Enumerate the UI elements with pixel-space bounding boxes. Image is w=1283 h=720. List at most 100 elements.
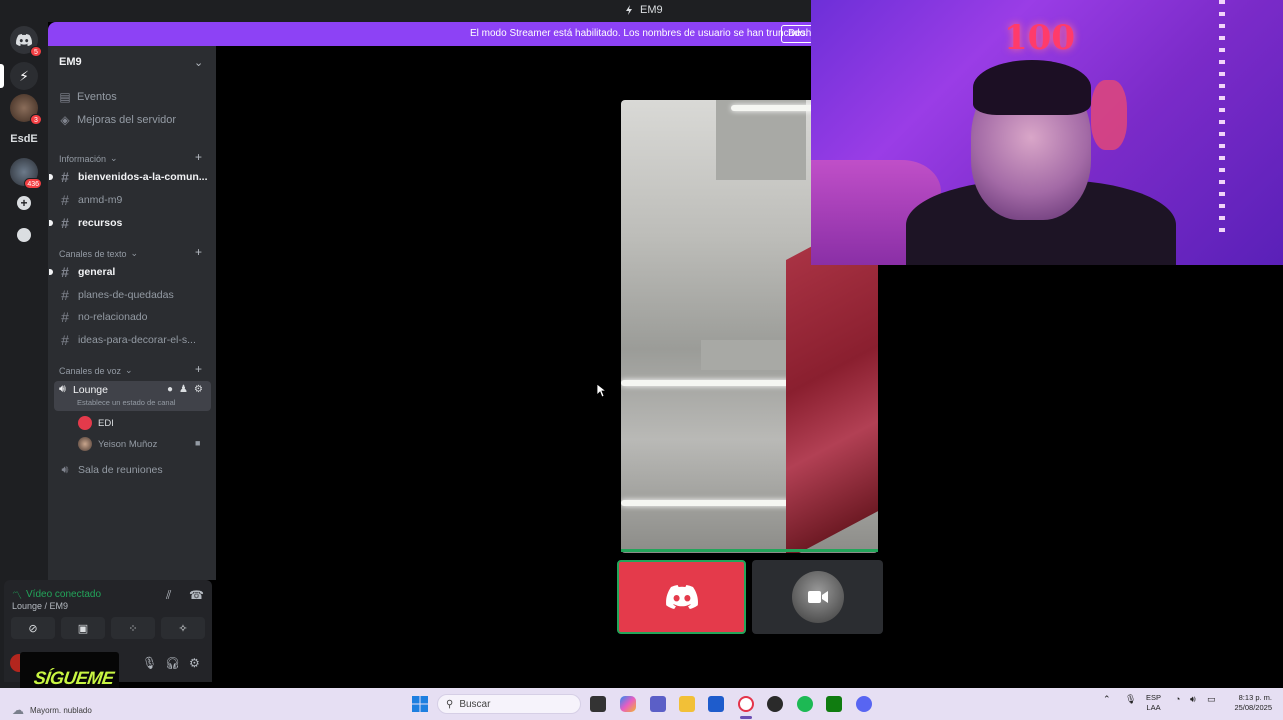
add-server-button[interactable]: + [10, 189, 38, 217]
hash-icon: # [61, 215, 69, 231]
weather-label: Mayorm. nublado [30, 705, 92, 715]
headphones-icon[interactable]: 🎧︎ [165, 656, 180, 670]
ceiling-duct [701, 340, 791, 370]
taskbar-search[interactable]: ⚲ Buscar [437, 694, 581, 714]
channel-bienvenidos[interactable]: # bienvenidos-a-la-comun... [59, 167, 211, 187]
cloud-icon: ☁ [12, 703, 24, 717]
running-app-indicator [740, 716, 752, 719]
activities-icon: ⁘ [128, 622, 138, 635]
webcam-overlay: 100 [811, 0, 1283, 265]
channel-sidebar: EM9 ⌄ ▤ Eventos ◈ Mejoras del servidor I… [48, 46, 216, 580]
editor-app-icon[interactable] [708, 696, 724, 712]
voice-connection-panel: 〽 Vídeo conectado Lounge / EM9 ⫽ ☎ ⊘ ▣ ⁘… [4, 580, 212, 646]
keyboard-layout: LAA [1146, 703, 1161, 712]
category-informacion[interactable]: Información ⌄ [59, 153, 118, 164]
wifi-icon[interactable]: ◔ [1175, 694, 1180, 704]
invite-user-icon[interactable]: ♟ [179, 384, 188, 395]
gear-icon[interactable]: ⚙ [194, 384, 203, 395]
connection-status[interactable]: 〽 Vídeo conectado [12, 587, 101, 602]
avatar [791, 571, 844, 623]
microphone-icon[interactable]: 🎙︎ [1125, 694, 1136, 705]
channel-ideas-para-decorar[interactable]: # ideas-para-decorar-el-s... [59, 330, 211, 350]
file-explorer-icon[interactable] [679, 696, 695, 712]
explore-servers-button[interactable] [10, 221, 38, 249]
mouse-cursor [597, 384, 607, 398]
discord-logo-icon [16, 34, 32, 46]
balloon-number: 100 [1004, 18, 1075, 58]
calendar-icon: ▤ [59, 90, 71, 104]
task-view-icon[interactable] [590, 696, 606, 712]
windows-start-icon[interactable] [412, 696, 428, 712]
speaker-icon: 🔊︎ [61, 463, 69, 476]
participant-tile-yeison[interactable] [752, 560, 883, 634]
taskbar-clock[interactable]: 8:13 p. m. 25/08/2025 [1228, 693, 1272, 713]
window-title-text: EM9 [640, 4, 663, 16]
create-channel-icon[interactable]: + [195, 362, 202, 376]
discord-home-button[interactable]: 5 [10, 26, 42, 57]
soundboard-button[interactable]: ✧ [161, 617, 205, 639]
webcam-string-lights [1219, 0, 1225, 240]
activities-button[interactable]: ⁘ [111, 617, 155, 639]
channel-label: bienvenidos-a-la-comun... [78, 171, 208, 183]
chat-bubble-icon[interactable]: ● [167, 384, 173, 395]
voice-channel-sala-reuniones[interactable]: 🔊︎ Sala de reuniones [59, 460, 211, 480]
follow-text: SÍGUEME [32, 668, 115, 688]
channel-general[interactable]: # general [59, 262, 211, 282]
events-item[interactable]: ▤ Eventos [59, 87, 116, 107]
avatar [78, 416, 92, 430]
server-5-button[interactable]: 436 [10, 158, 42, 189]
opera-browser-icon[interactable] [738, 696, 754, 712]
channel-recursos[interactable]: # recursos [59, 213, 211, 233]
webcam-person-hair [973, 60, 1091, 115]
language-indicator[interactable]: ESP LAA [1146, 693, 1161, 713]
share-screen-button[interactable]: ▣ [61, 617, 105, 639]
voice-channel-status[interactable]: Establece un estado de canal [77, 398, 175, 407]
discord-taskbar-icon[interactable] [856, 696, 872, 712]
noise-suppression-icon[interactable]: ⫽ [166, 588, 171, 603]
channel-planes-de-quedadas[interactable]: # planes-de-quedadas [59, 285, 211, 305]
server-name[interactable]: EM9 [59, 56, 82, 68]
video-camera-icon: ■ [195, 438, 201, 448]
server-2-button[interactable]: ⚡ [10, 62, 38, 90]
server-boosts-item[interactable]: ◈ Mejoras del servidor [59, 110, 176, 130]
category-label: Canales de texto [59, 248, 127, 259]
battery-icon[interactable]: ▭ [1207, 694, 1216, 705]
server-esde-button[interactable]: EsdE [8, 125, 40, 153]
category-label: Canales de voz [59, 365, 122, 376]
toggle-camera-button[interactable]: ⊘ [11, 617, 55, 639]
unread-badge: 436 [24, 178, 42, 189]
server-3-button[interactable]: 3 [10, 94, 42, 125]
hash-icon: # [61, 332, 69, 348]
copilot-icon[interactable] [620, 696, 636, 712]
chevron-up-icon[interactable]: ⌃ [1103, 694, 1111, 705]
hash-icon: # [61, 287, 69, 303]
server-esde-label: EsdE [10, 133, 38, 145]
volume-icon[interactable]: 🔊︎ [1190, 694, 1196, 705]
channel-anmd-m9[interactable]: # anmd-m9 [59, 190, 211, 210]
create-channel-icon[interactable]: + [195, 245, 202, 259]
xbox-icon[interactable] [826, 696, 842, 712]
gear-icon[interactable]: ⚙ [189, 656, 200, 670]
obs-icon[interactable] [767, 696, 783, 712]
microphone-icon[interactable]: 🎙︎ [142, 656, 157, 670]
category-canales-texto[interactable]: Canales de texto ⌄ [59, 248, 138, 259]
channel-label: no-relacionado [78, 311, 148, 323]
create-channel-icon[interactable]: + [195, 150, 202, 164]
weather-widget[interactable]: ☁ Mayorm. nublado [12, 703, 92, 717]
voice-member[interactable]: EDI [78, 414, 114, 432]
server-boosts-label: Mejoras del servidor [77, 114, 177, 126]
speaking-indicator [621, 549, 878, 552]
channel-no-relacionado[interactable]: # no-relacionado [59, 307, 211, 327]
chevron-down-icon[interactable]: ⌄ [194, 56, 203, 69]
spotify-icon[interactable] [797, 696, 813, 712]
category-canales-voz[interactable]: Canales de voz ⌄ [59, 365, 133, 376]
ceiling-light [621, 500, 791, 506]
unread-badge: 3 [30, 114, 42, 125]
disconnect-icon[interactable]: ☎ [189, 588, 204, 602]
participant-tile-edi[interactable] [617, 560, 746, 634]
teams-icon[interactable] [650, 696, 666, 712]
signal-icon: 〽 [12, 591, 22, 602]
voice-member[interactable]: Yeison Muñoz [78, 435, 157, 453]
unread-badge: 5 [30, 46, 42, 57]
webcam-guitar [1091, 80, 1127, 150]
